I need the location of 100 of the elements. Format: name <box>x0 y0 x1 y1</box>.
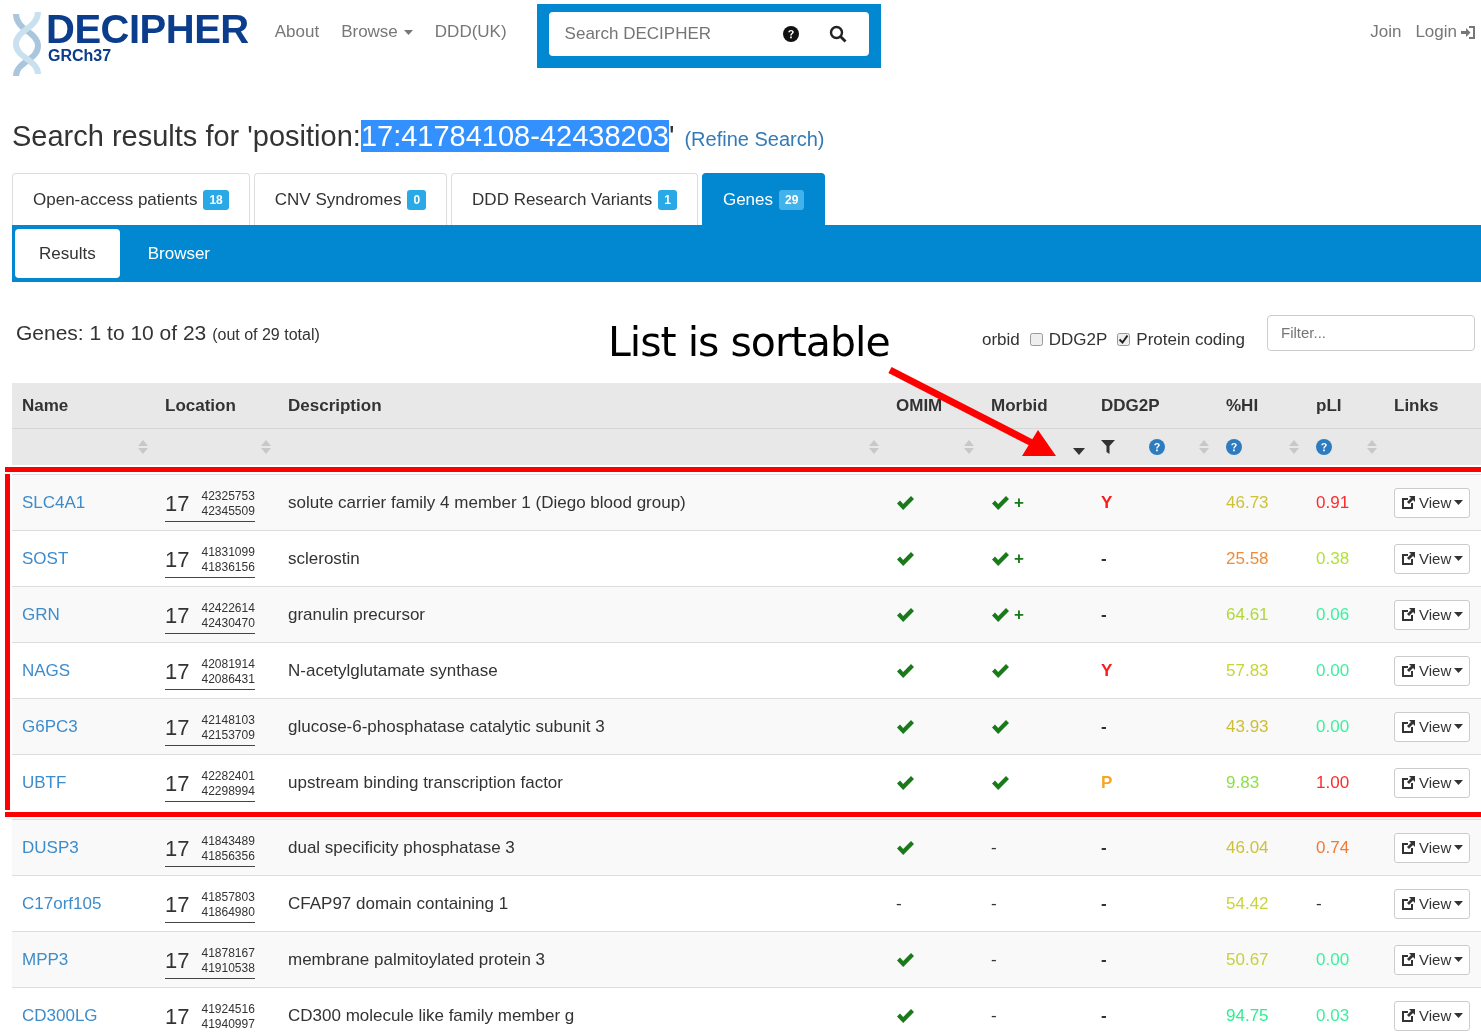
end-position: 42086431 <box>201 672 255 687</box>
check-icon <box>896 718 915 735</box>
column-header[interactable]: Morbid <box>991 395 1048 416</box>
count-badge: 18 <box>203 189 229 210</box>
chromosome: 17 <box>165 892 190 918</box>
ddg2p-cell: - <box>1101 949 1107 970</box>
refine-search-link[interactable]: (Refine Search) <box>684 128 825 151</box>
view-button[interactable]: View <box>1394 655 1471 686</box>
start-position: 42081914 <box>201 657 255 672</box>
gene-link[interactable]: C17orf105 <box>22 893 102 914</box>
pli-cell: 0.06 <box>1316 604 1350 625</box>
column-header[interactable]: Description <box>288 395 382 416</box>
end-position: 42430470 <box>201 616 255 631</box>
external-link-icon <box>1401 719 1416 734</box>
ddg2p-cell: - <box>1101 548 1107 569</box>
gene-link[interactable]: SOST <box>22 548 69 569</box>
search-box[interactable]: Search DECIPHER <box>548 12 869 56</box>
column-header[interactable]: Links <box>1394 395 1439 416</box>
checkbox[interactable] <box>1117 333 1131 346</box>
pli-cell: 0.00 <box>1316 949 1350 970</box>
caret-icon <box>1454 1013 1464 1018</box>
description-cell: CD300 molecule like family member g <box>288 1005 575 1026</box>
pli-cell: 0.00 <box>1316 660 1350 681</box>
omim-cell: - <box>896 893 902 914</box>
login-icon[interactable] <box>1460 24 1476 40</box>
help-icon[interactable] <box>782 26 799 42</box>
view-button[interactable]: View <box>1394 1000 1471 1031</box>
account-link[interactable]: Login <box>1410 20 1481 44</box>
hi-cell: 64.61 <box>1226 604 1269 625</box>
view-button[interactable]: View <box>1394 711 1471 742</box>
plus-sign: + <box>1014 548 1024 569</box>
view-button[interactable]: View <box>1394 543 1471 574</box>
count-badge: 29 <box>779 189 805 210</box>
morbid-cell: - <box>991 893 997 914</box>
view-button[interactable]: View <box>1394 599 1471 630</box>
subtab[interactable]: Browser <box>123 229 235 278</box>
description-cell: membrane palmitoylated protein 3 <box>288 949 546 970</box>
start-position: 41924516 <box>201 1002 255 1017</box>
view-button[interactable]: View <box>1394 767 1471 798</box>
caret-icon <box>1454 724 1464 729</box>
check-icon <box>896 839 915 856</box>
pli-cell: 0.91 <box>1316 492 1350 513</box>
gene-link[interactable]: NAGS <box>22 660 71 681</box>
ddg2p-cell: - <box>1101 1005 1107 1026</box>
end-position: 42153709 <box>201 728 255 743</box>
sort-descending-icon[interactable] <box>1073 447 1085 455</box>
hi-cell: 46.73 <box>1226 492 1269 513</box>
view-button[interactable]: View <box>1394 487 1471 518</box>
filter-label: orbid <box>981 329 1020 350</box>
tab[interactable]: Genes 29 <box>701 173 826 225</box>
check-icon <box>896 494 915 511</box>
view-button[interactable]: View <box>1394 832 1471 863</box>
subtab[interactable]: Results <box>15 229 120 278</box>
description-cell: granulin precursor <box>288 604 425 625</box>
column-header[interactable]: DDG2P <box>1101 395 1160 416</box>
ddg2p-cell: Y <box>1101 492 1113 513</box>
column-header[interactable]: Location <box>165 395 236 416</box>
check-icon <box>991 494 1010 511</box>
nav-link[interactable]: About <box>266 18 328 46</box>
brand-name[interactable]: DECIPHER <box>46 10 249 48</box>
hi-cell: 50.67 <box>1226 949 1269 970</box>
gene-link[interactable]: CD300LG <box>22 1005 98 1026</box>
start-position: 41843489 <box>201 834 255 849</box>
hi-cell: 43.93 <box>1226 716 1269 737</box>
nav-link[interactable]: DDD(UK) <box>426 18 515 46</box>
gene-link[interactable]: UBTF <box>22 772 67 793</box>
tab[interactable]: DDD Research Variants 1 <box>451 173 698 225</box>
view-button[interactable]: View <box>1394 944 1471 975</box>
column-header[interactable]: OMIM <box>896 395 943 416</box>
column-header[interactable]: Name <box>22 395 69 416</box>
chromosome: 17 <box>165 771 190 797</box>
hi-cell: 25.58 <box>1226 548 1269 569</box>
search-icon[interactable] <box>828 25 847 43</box>
hi-cell: 9.83 <box>1226 772 1260 793</box>
ddg2p-cell: Y <box>1101 660 1113 681</box>
results-heading: Search results for 'position:17:41784108-42438203' <box>12 120 675 153</box>
account-link[interactable]: Join <box>1365 20 1407 44</box>
end-position: 41836156 <box>201 560 255 575</box>
pli-cell: 1.00 <box>1316 772 1350 793</box>
start-position: 42325753 <box>201 489 255 504</box>
column-header[interactable]: pLI <box>1316 395 1342 416</box>
nav-link[interactable]: Browse <box>333 18 421 46</box>
pli-cell: 0.38 <box>1316 548 1350 569</box>
filter-field[interactable]: Filter... <box>1267 314 1475 351</box>
view-button[interactable]: View <box>1394 888 1471 919</box>
checkbox[interactable] <box>1029 333 1043 346</box>
chromosome: 17 <box>165 603 190 629</box>
plus-sign: + <box>1014 492 1024 513</box>
filter-icon[interactable] <box>1101 440 1115 454</box>
ddg2p-cell: - <box>1101 893 1107 914</box>
check-icon <box>896 951 915 968</box>
search-field[interactable]: Search DECIPHER <box>548 23 783 45</box>
description-cell: solute carrier family 4 member 1 (Diego blood group) <box>288 492 686 513</box>
tab[interactable]: CNV Syndromes 0 <box>253 173 448 225</box>
column-header[interactable]: %HI <box>1226 395 1259 416</box>
chromosome: 17 <box>165 547 190 573</box>
gene-link[interactable]: G6PC3 <box>22 716 78 737</box>
start-position: 42422614 <box>201 601 255 616</box>
tab[interactable]: Open-access patients 18 <box>12 173 250 225</box>
external-link-icon <box>1401 775 1416 790</box>
